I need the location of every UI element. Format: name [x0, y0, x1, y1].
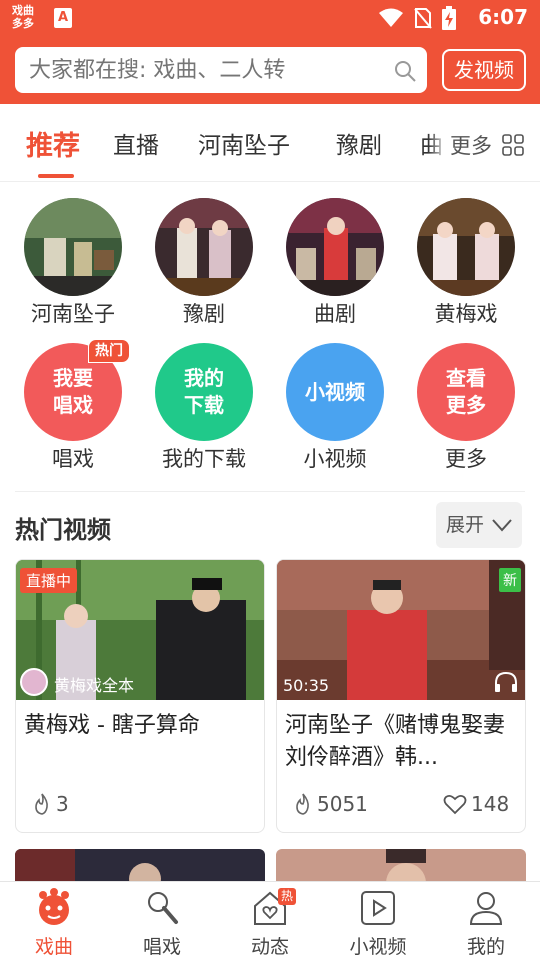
like-count-value: 5051 — [317, 792, 368, 816]
sing-opera-circle: 我要唱戏 热门 — [24, 339, 130, 441]
nav-label: 戏曲 — [34, 936, 73, 958]
sing-opera-shortcut[interactable]: 我要唱戏 热门 唱戏 — [8, 339, 138, 473]
category-label: 豫剧 — [183, 302, 225, 326]
user-icon — [469, 892, 503, 925]
favorite-count: 148 — [443, 792, 509, 816]
tab-henan-zhuizi[interactable]: 河南坠子 — [198, 126, 290, 160]
more-shortcut[interactable]: 查看更多 更多 — [401, 343, 531, 473]
category-label: 曲剧 — [314, 302, 356, 326]
nav-profile[interactable]: 我的 — [432, 882, 540, 960]
expand-label: 展开 — [446, 514, 485, 536]
no-sim-icon — [414, 8, 432, 29]
app-logo: 戏曲多多 — [12, 4, 34, 30]
author-name: 黄梅戏全本 — [54, 676, 135, 695]
category-yu-opera[interactable]: 豫剧 — [139, 198, 269, 328]
small-video-shortcut[interactable]: 小视频 小视频 — [270, 343, 400, 473]
tab-active-indicator — [38, 174, 74, 178]
hot-videos-title: 热门视频 — [15, 516, 111, 544]
search-icon[interactable] — [393, 59, 417, 83]
status-bar: 戏曲多多 A 6:07 — [0, 0, 540, 36]
bottom-nav: 戏曲 唱戏 热 动态 小视频 我的 — [0, 881, 540, 960]
chevron-down-icon — [492, 519, 512, 532]
section-divider — [15, 491, 525, 492]
expand-button[interactable]: 展开 — [436, 502, 522, 548]
like-count: 3 — [32, 792, 69, 816]
search-header: 发视频 — [0, 36, 540, 104]
hot-badge: 热门 — [88, 339, 130, 363]
nav-label: 唱戏 — [142, 936, 181, 958]
new-badge: 新 — [499, 568, 521, 592]
category-huangmei-opera[interactable]: 黄梅戏 — [401, 198, 531, 328]
notification-a-icon: A — [54, 8, 72, 28]
category-thumbnail — [417, 198, 515, 296]
category-label: 河南坠子 — [31, 302, 115, 326]
favorite-count-value: 148 — [471, 792, 510, 816]
more-tabs-button[interactable]: 更多 — [444, 104, 540, 180]
nav-small-video[interactable]: 小视频 — [324, 882, 432, 960]
my-downloads-shortcut[interactable]: 我的下载 我的下载 — [139, 343, 269, 473]
nav-hot-badge: 热 — [278, 888, 297, 905]
category-thumbnail — [24, 198, 122, 296]
category-thumbnail — [286, 198, 384, 296]
nav-label: 我的 — [466, 936, 505, 958]
video-duration: 50:35 — [283, 676, 330, 695]
nav-label: 小视频 — [349, 936, 407, 958]
nav-sing[interactable]: 唱戏 — [108, 882, 216, 960]
flame-icon — [296, 793, 309, 815]
search-box[interactable] — [15, 47, 427, 93]
shortcut-label: 我的下载 — [162, 447, 246, 471]
more-circle: 查看更多 — [417, 343, 515, 441]
nav-label: 动态 — [250, 936, 289, 958]
more-circle-text: 查看更多 — [446, 366, 486, 417]
play-box-icon — [361, 891, 395, 925]
opera-mascot-icon — [39, 888, 69, 925]
video-title: 黄梅戏 - 瞎子算命 — [24, 713, 200, 738]
category-thumbnail — [155, 198, 253, 296]
video-title: 河南坠子《赌博鬼娶妻 刘伶醉酒》韩... — [285, 713, 506, 770]
heart-icon[interactable] — [443, 793, 467, 815]
category-henan-zhuizi[interactable]: 河南坠子 — [8, 198, 138, 328]
search-input[interactable] — [29, 47, 379, 93]
nav-feed[interactable]: 热 动态 — [216, 882, 324, 960]
shortcut-label: 唱戏 — [52, 447, 94, 471]
category-label: 黄梅戏 — [434, 302, 498, 326]
tab-recommend[interactable]: 推荐 — [26, 124, 80, 163]
video-card[interactable]: 新 50:35 河南坠子《赌博鬼娶妻 刘伶醉酒》韩... 5051 148 — [276, 559, 526, 833]
tab-yu-opera[interactable]: 豫剧 — [336, 126, 382, 160]
like-count: 5051 — [293, 792, 368, 816]
battery-charging-icon — [442, 6, 456, 30]
shortcut-label: 更多 — [445, 447, 487, 471]
sing-opera-circle-text: 我要唱戏 — [53, 366, 93, 417]
category-qu-opera[interactable]: 曲剧 — [270, 198, 400, 328]
category-tabs: 推荐 直播 河南坠子 豫剧 曲 更多 — [0, 104, 540, 182]
headphones-icon[interactable] — [493, 670, 519, 694]
my-downloads-circle-text: 我的下载 — [184, 366, 224, 417]
like-count-value: 3 — [56, 792, 69, 816]
microphone-icon — [148, 892, 178, 924]
flame-icon — [35, 793, 48, 815]
author-avatar — [20, 668, 48, 696]
video-card[interactable]: 直播中 黄梅戏全本 黄梅戏 - 瞎子算命 3 — [15, 559, 265, 833]
grid-icon — [502, 134, 524, 156]
nav-opera[interactable]: 戏曲 — [0, 882, 108, 960]
live-badge: 直播中 — [20, 568, 78, 593]
wifi-icon — [379, 8, 403, 27]
tab-live[interactable]: 直播 — [113, 126, 159, 160]
status-icons — [378, 6, 456, 30]
small-video-circle: 小视频 — [286, 343, 384, 441]
post-video-button[interactable]: 发视频 — [442, 49, 526, 91]
clock: 6:07 — [478, 5, 528, 29]
my-downloads-circle: 我的下载 — [155, 343, 253, 441]
small-video-circle-text: 小视频 — [305, 379, 365, 404]
shortcut-label: 小视频 — [303, 447, 367, 471]
more-tabs-label: 更多 — [450, 134, 492, 158]
